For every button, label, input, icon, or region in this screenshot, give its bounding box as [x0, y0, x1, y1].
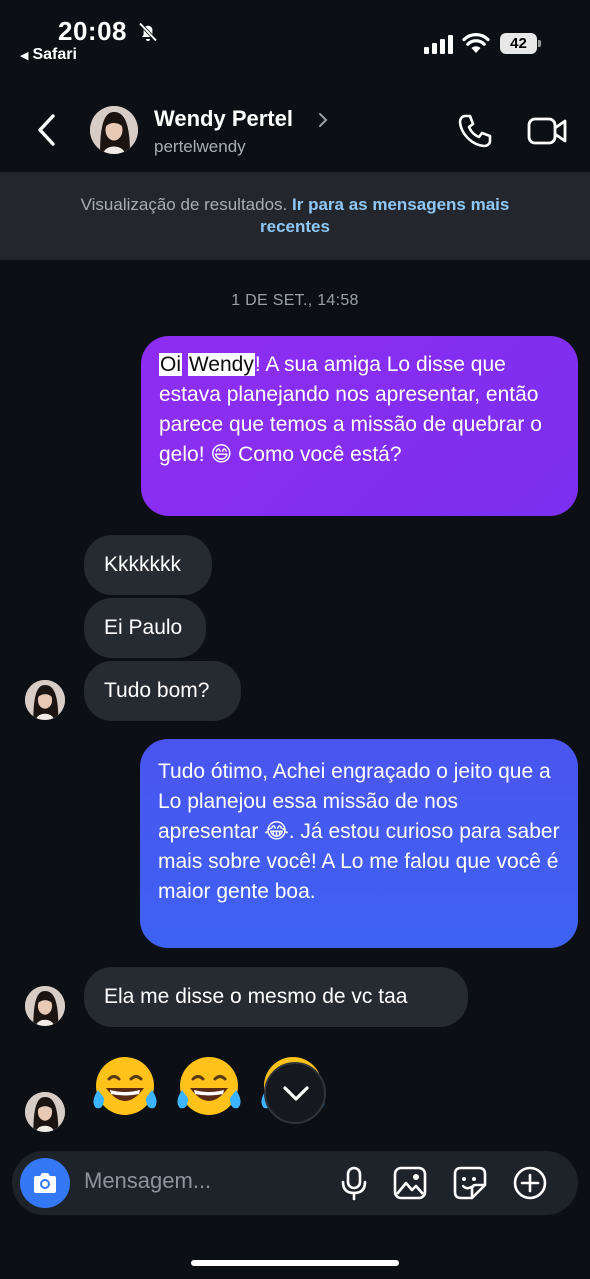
- message-composer: Mensagem...: [12, 1151, 578, 1215]
- jump-to-recent-link[interactable]: Ir para as mensagens mais recentes: [260, 195, 509, 236]
- contact-username: pertelwendy: [154, 137, 246, 156]
- incoming-message[interactable]: Ei Paulo: [84, 598, 206, 658]
- status-time: 20:08: [58, 16, 127, 46]
- contact-name[interactable]: Wendy Pertel: [154, 106, 293, 132]
- message-timestamp: 1 DE SET., 14:58: [231, 292, 359, 309]
- microphone-icon[interactable]: [336, 1165, 372, 1201]
- sender-avatar[interactable]: [25, 1092, 65, 1132]
- sticker-icon[interactable]: [452, 1165, 488, 1201]
- camera-button[interactable]: [20, 1158, 70, 1208]
- cellular-signal-icon: [424, 35, 453, 54]
- chevron-right-icon[interactable]: [316, 110, 330, 130]
- back-to-app-link[interactable]: ◀ Safari: [20, 46, 77, 64]
- incoming-message[interactable]: Ela me disse o mesmo de vc taa: [84, 967, 468, 1027]
- sender-avatar[interactable]: [25, 986, 65, 1026]
- battery-icon: 42: [500, 33, 542, 55]
- incoming-message[interactable]: Tudo bom?: [84, 661, 241, 721]
- scroll-to-bottom-button[interactable]: [264, 1062, 326, 1124]
- search-highlight: Oi: [159, 353, 182, 376]
- outgoing-message[interactable]: Oi Wendy! A sua amiga Lo disse que estav…: [141, 336, 578, 516]
- sender-avatar[interactable]: [25, 680, 65, 720]
- chevron-down-icon: [283, 1086, 309, 1101]
- back-app-label: Safari: [32, 46, 77, 63]
- gallery-icon[interactable]: [392, 1165, 428, 1201]
- banner-text: Visualização de resultados.: [80, 195, 288, 214]
- wifi-icon: [462, 33, 490, 53]
- add-plus-icon[interactable]: [512, 1165, 548, 1201]
- camera-icon: [34, 1173, 56, 1193]
- laughing-tears-emoji-icon[interactable]: [172, 1050, 246, 1124]
- search-results-banner: Visualização de resultados. Ir para as m…: [0, 172, 590, 260]
- back-arrow-icon[interactable]: [32, 110, 60, 150]
- phone-call-icon[interactable]: [456, 112, 494, 150]
- laughing-tears-emoji-icon[interactable]: [88, 1050, 162, 1124]
- home-indicator[interactable]: [191, 1260, 399, 1266]
- outgoing-message[interactable]: Tudo ótimo, Achei engraçado o jeito que …: [140, 739, 578, 948]
- bell-off-icon: [138, 22, 158, 42]
- battery-percent: 42: [510, 35, 527, 52]
- search-highlight: Wendy: [187, 353, 255, 376]
- incoming-message[interactable]: Kkkkkkk: [84, 535, 212, 595]
- message-input[interactable]: Mensagem...: [84, 1168, 211, 1194]
- video-call-icon[interactable]: [526, 114, 568, 148]
- contact-avatar[interactable]: [90, 106, 138, 154]
- chat-screen: 20:08 ◀ Safari 42 Wendy Pertel pertelwend…: [0, 0, 590, 1279]
